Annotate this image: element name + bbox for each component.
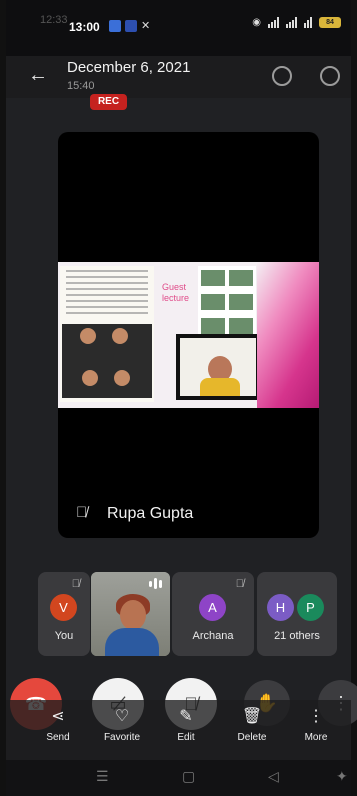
mic-off-icon: 🎙̸ <box>76 504 88 521</box>
speaking-indicator-icon <box>149 578 162 589</box>
alarm-icon: ◉ <box>252 17 261 28</box>
mic-off-icon: 🎙̸ <box>235 578 244 590</box>
avatar: P <box>297 594 324 621</box>
participant-tile-archana[interactable]: 🎙̸ A Archana <box>172 572 254 656</box>
app-icon <box>125 19 137 32</box>
presenter-tile[interactable]: Guest lecture 🎙̸ Rupa Gupta <box>58 132 319 538</box>
battery-icon: 84 <box>319 17 341 28</box>
ghost-time: 12:33 <box>40 14 68 26</box>
trash-icon: 🗑 <box>241 708 263 725</box>
mic-off-icon: 🎙̸ <box>71 578 80 590</box>
slide-pink-decoration <box>257 262 319 408</box>
speaker-slide <box>176 334 260 400</box>
back-arrow-icon[interactable]: ← <box>28 64 48 87</box>
avatar: H <box>267 594 294 621</box>
back-icon[interactable]: ◁ <box>268 768 279 785</box>
app-icon <box>109 19 121 32</box>
edit-button[interactable]: ✎ Edit <box>158 706 214 743</box>
tools-icon: ✕ <box>141 20 151 32</box>
screen-share-content: Guest lecture <box>58 262 319 408</box>
home-icon[interactable]: ▢ <box>182 768 195 785</box>
status-bar: 12:33 13:00 ✕ ◉ 84 <box>6 0 351 56</box>
participant-tile-you[interactable]: 🎙̸ V You <box>38 572 90 656</box>
participant-video-tile[interactable] <box>91 572 170 656</box>
wifi-icon <box>304 17 312 28</box>
avatar: A <box>199 594 226 621</box>
avatar: V <box>50 594 77 621</box>
switch-camera-icon[interactable] <box>272 66 292 86</box>
recent-apps-icon[interactable]: ☰ <box>96 768 109 785</box>
participant-tile-others[interactable]: H P 21 others <box>257 572 337 656</box>
delete-button[interactable]: 🗑 Delete <box>224 706 280 743</box>
signal-icon <box>286 17 297 28</box>
pencil-icon: ✎ <box>179 708 193 725</box>
presenter-name: Rupa Gupta <box>107 505 194 522</box>
participant-label: 21 others <box>274 630 320 642</box>
more-icon: ⋮ <box>308 708 324 725</box>
accessibility-icon[interactable]: ✦ <box>336 768 348 785</box>
app-notification-icons: ✕ <box>109 19 150 32</box>
cast-icon[interactable] <box>320 66 340 86</box>
participant-label: You <box>54 630 74 642</box>
document-thumbnail <box>60 266 154 402</box>
heart-icon: ♡ <box>114 708 130 725</box>
share-icon: ⋖ <box>51 708 65 725</box>
participant-label: Archana <box>192 630 234 642</box>
recording-date-title: December 6, 2021 <box>67 59 191 76</box>
recording-time-subtitle: 15:40 <box>67 80 95 92</box>
status-right-icons: ◉ 84 <box>252 17 341 28</box>
app-header: ← December 6, 2021 15:40 <box>6 56 351 98</box>
favorite-button[interactable]: ♡ Favorite <box>94 706 150 743</box>
guest-lecture-slide-text: Guest lecture <box>162 282 190 303</box>
signal-icon <box>268 17 279 28</box>
system-nav-bar: ☰ ▢ ◁ ✦ <box>6 760 351 796</box>
status-time: 13:00 <box>69 20 100 34</box>
more-button[interactable]: ⋮ More <box>288 706 344 743</box>
meet-thumbnail <box>62 324 152 398</box>
send-button[interactable]: ⋖ Send <box>30 706 86 743</box>
rec-badge: REC <box>90 94 127 110</box>
gallery-action-bar: ⋖ Send ♡ Favorite ✎ Edit 🗑 Delete ⋮ More <box>6 700 351 760</box>
participant-thumbnails <box>198 266 256 342</box>
